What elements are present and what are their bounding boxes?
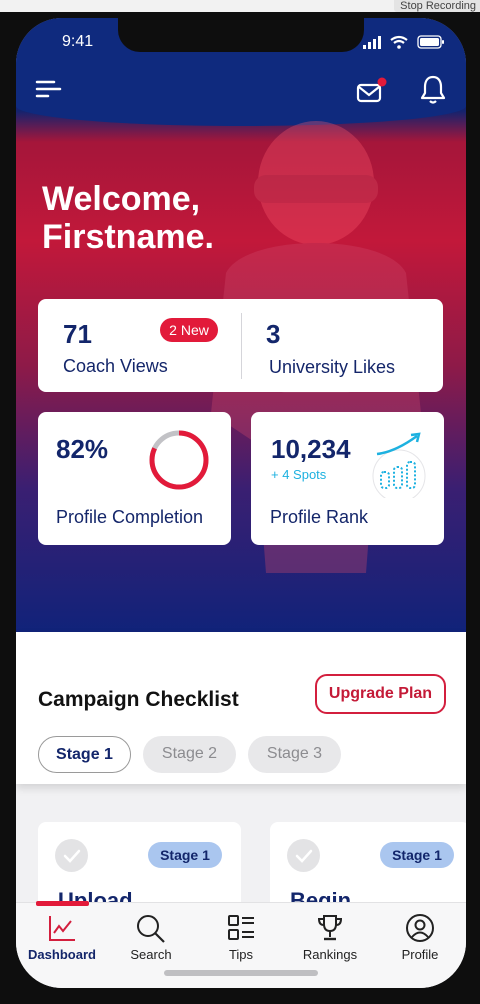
profile-icon: [406, 914, 434, 942]
tab-label: Rankings: [302, 947, 358, 962]
menu-button[interactable]: [34, 74, 64, 104]
status-icons: [363, 35, 444, 49]
tab-stage-3[interactable]: Stage 3: [248, 736, 341, 773]
stop-recording-button[interactable]: Stop Recording: [394, 0, 480, 12]
menu-icon: [35, 80, 62, 98]
notifications-button[interactable]: [418, 73, 448, 107]
tab-label: Dashboard: [28, 947, 96, 962]
search-icon: [137, 915, 165, 943]
welcome-line-1: Welcome,: [42, 180, 201, 218]
coach-views-count: 71: [63, 319, 92, 349]
tab-label: Tips: [228, 947, 254, 962]
app-screen: 9:41 Welcome, Firstname. 71 2 New Coach …: [16, 18, 466, 988]
tab-tips[interactable]: Tips: [204, 913, 278, 969]
messages-button[interactable]: [354, 74, 388, 108]
tab-dashboard[interactable]: Dashboard: [25, 913, 99, 969]
checklist-title: Campaign Checklist: [38, 688, 239, 711]
new-views-badge: 2 New: [160, 318, 218, 342]
coach-views-label: Coach Views: [63, 356, 168, 376]
unread-dot: [377, 77, 387, 87]
tab-search[interactable]: Search: [114, 913, 188, 969]
trophy-icon: [317, 915, 343, 941]
profile-rank-label: Profile Rank: [270, 507, 369, 527]
tips-icon: [228, 915, 254, 940]
tab-rankings[interactable]: Rankings: [293, 913, 367, 969]
upgrade-plan-button[interactable]: Upgrade Plan: [315, 674, 446, 714]
status-time: 9:41: [62, 33, 94, 50]
profile-rank-value: 10,234: [271, 434, 351, 464]
task-checkbox[interactable]: [287, 839, 320, 872]
rank-chart-icon: [372, 432, 426, 498]
stage-badge: Stage 1: [380, 842, 454, 868]
campaign-checklist-panel: Campaign Checklist Upgrade Plan Stage 1 …: [16, 632, 466, 784]
tab-stage-2[interactable]: Stage 2: [143, 736, 236, 773]
hero-banner: 9:41 Welcome, Firstname. 71 2 New Coach …: [16, 18, 466, 638]
task-checkbox[interactable]: [55, 839, 88, 872]
active-tab-indicator: [36, 901, 89, 906]
card-divider: [241, 313, 242, 379]
tab-stage-1[interactable]: Stage 1: [38, 736, 131, 773]
profile-rank-card[interactable]: 10,234 + 4 Spots Profile Rank: [251, 412, 444, 545]
mail-icon: [356, 77, 387, 103]
welcome-line-2: Firstname.: [42, 218, 214, 256]
profile-completion-card[interactable]: 82% Profile Completion: [38, 412, 231, 545]
bell-icon: [420, 75, 446, 104]
tab-profile[interactable]: Profile: [383, 913, 457, 969]
views-likes-card[interactable]: 71 2 New Coach Views 3 University Likes: [38, 299, 443, 392]
university-likes-count: 3: [266, 319, 281, 349]
profile-completion-percent: 82%: [56, 434, 109, 464]
tab-label: Profile: [401, 947, 439, 962]
checkmark-icon: [63, 849, 81, 863]
checkmark-icon: [295, 849, 313, 863]
university-likes-label: University Likes: [269, 357, 396, 377]
rank-delta: + 4 Spots: [271, 467, 327, 482]
tab-label: Search: [130, 947, 172, 962]
home-indicator[interactable]: [164, 970, 318, 976]
welcome-heading: Welcome, Firstname.: [42, 180, 312, 256]
completion-ring: [149, 430, 209, 490]
stage-badge: Stage 1: [148, 842, 222, 868]
chart-icon: [49, 916, 75, 941]
phone-frame: 9:41 Welcome, Firstname. 71 2 New Coach …: [0, 12, 480, 1004]
notch: [118, 18, 364, 52]
profile-completion-label: Profile Completion: [56, 507, 204, 527]
